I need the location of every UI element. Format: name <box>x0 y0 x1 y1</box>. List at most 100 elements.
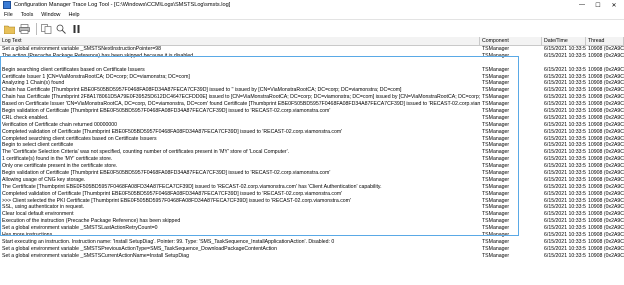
log-grid: Log Text Component Date/Time Thread Set … <box>0 37 624 285</box>
table-row[interactable] <box>0 60 624 67</box>
thread-cell: 10908 (0x2A9C) <box>588 46 624 52</box>
log-text-cell: Chain has Certificate [Thumbprint 2F8A17… <box>2 94 480 101</box>
log-text-cell: Has more instructions. <box>2 232 54 239</box>
component-cell: TSManager <box>482 135 510 142</box>
thread-cell: 10908 (0x2A9C) <box>588 156 624 163</box>
window-controls: — ☐ ✕ <box>574 0 622 10</box>
menu-help[interactable]: Help <box>68 12 79 18</box>
log-text-cell: The Certificate [Thumbprint EBE0F505BD59… <box>2 183 382 190</box>
component-cell: TSManager <box>482 170 510 177</box>
thread-cell: 10908 (0x2A9C) <box>588 183 624 190</box>
date-time-cell: 6/15/2021 10:33:58 PM <box>544 190 586 197</box>
menu-file[interactable]: File <box>4 12 13 18</box>
table-row[interactable]: Set a global environment variable _SMSTS… <box>0 46 624 53</box>
table-row[interactable]: Has more instructions. TSManager 6/15/2021… <box>0 232 624 239</box>
column-header-log-text[interactable]: Log Text <box>0 37 480 45</box>
component-cell: TSManager <box>482 183 510 190</box>
thread-cell: 10908 (0x2A9C) <box>588 52 624 59</box>
log-text-cell: Set a global environment variable _SMSTS… <box>2 46 162 52</box>
table-row[interactable]: Completed validation of Certificate [Thu… <box>0 191 624 198</box>
log-text-cell: Set a global environment variable _SMSTS… <box>2 225 158 232</box>
thread-cell: 10908 (0x2A9C) <box>588 108 624 115</box>
thread-cell: 10908 (0x2A9C) <box>588 163 624 170</box>
table-row[interactable]: The 'Certificate Selection Criteria' was… <box>0 149 624 156</box>
table-row[interactable]: CRL check enabled. TSManager 6/15/2021 10:… <box>0 115 624 122</box>
find-icon[interactable] <box>55 23 68 36</box>
table-row[interactable]: Completed searching client certificates … <box>0 136 624 143</box>
date-time-cell: 6/15/2021 10:33:58 PM <box>544 66 586 73</box>
table-row[interactable]: Allowing usage of CNG key storage. TSMana… <box>0 177 624 184</box>
minimize-icon[interactable]: — <box>574 0 590 10</box>
table-row[interactable]: Verification of Certificate chain return… <box>0 122 624 129</box>
component-cell: TSManager <box>482 252 510 259</box>
thread-cell: 10908 (0x2A9C) <box>588 211 624 218</box>
column-header-component[interactable]: Component <box>480 37 542 45</box>
table-row[interactable]: Chain has Certificate [Thumbprint EBE0F5… <box>0 87 624 94</box>
menu-window[interactable]: Window <box>41 12 60 18</box>
table-row[interactable]: Clear local default environment TSManager… <box>0 211 624 218</box>
thread-cell: 10908 (0x2A9C) <box>588 80 624 87</box>
column-header-date-time[interactable]: Date/Time <box>542 37 586 45</box>
table-row[interactable]: Certificate Issuer 1 [CN=ViaMonstraRootC… <box>0 74 624 81</box>
date-time-cell: 6/15/2021 10:33:58 PM <box>544 225 586 232</box>
date-time-cell: 6/15/2021 10:33:58 PM <box>544 73 586 80</box>
component-cell: TSManager <box>482 128 510 135</box>
component-cell: TSManager <box>482 197 510 204</box>
table-row[interactable]: 1 certificate(s) found in the 'MY' certi… <box>0 156 624 163</box>
title-bar: Configuration Manager Trace Log Tool - [… <box>0 0 624 10</box>
component-cell: TSManager <box>482 121 510 128</box>
maximize-icon[interactable]: ☐ <box>590 0 606 10</box>
table-row[interactable]: Execution of the instruction (Precache P… <box>0 218 624 225</box>
close-icon[interactable]: ✕ <box>606 0 622 10</box>
thread-cell: 10908 (0x2A9C) <box>588 101 624 108</box>
table-row[interactable]: Begin validation of Certificate [Thumbpr… <box>0 108 624 115</box>
table-row[interactable]: Set a global environment variable _SMSTS… <box>0 225 624 232</box>
copy-icon[interactable] <box>40 23 53 36</box>
table-row[interactable]: Only one certificate present in the cert… <box>0 163 624 170</box>
component-cell: TSManager <box>482 218 510 225</box>
open-folder-icon[interactable] <box>3 23 16 36</box>
component-cell: TSManager <box>482 245 510 252</box>
table-row[interactable]: The action (Precache Package Reference) … <box>0 53 624 60</box>
toolbar-separator <box>36 23 37 35</box>
log-text-cell: Verification of Certificate chain return… <box>2 121 118 128</box>
table-row[interactable]: Completed validation of Certificate [Thu… <box>0 129 624 136</box>
table-row[interactable]: SSL, using authenticator in request. TSMa… <box>0 204 624 211</box>
log-text-cell: Completed validation of Certificate [Thu… <box>2 190 343 197</box>
table-row[interactable]: Begin to select client certificate TSMana… <box>0 142 624 149</box>
table-row[interactable]: Set a global environment variable _SMSTS… <box>0 253 624 260</box>
table-row[interactable]: Begin searching client certificates base… <box>0 67 624 74</box>
log-text-cell: Based on Certificate Issuer 'CN=ViaMonst… <box>2 101 480 108</box>
date-time-cell: 6/15/2021 10:33:58 PM <box>544 46 586 52</box>
thread-cell: 10908 (0x2A9C) <box>588 114 624 121</box>
table-row[interactable]: Chain has Certificate [Thumbprint 2F8A17… <box>0 94 624 101</box>
thread-cell: 10908 (0x2A9C) <box>588 190 624 197</box>
log-text-cell: Start executing an instruction. Instruct… <box>2 238 335 245</box>
component-cell: TSManager <box>482 101 510 108</box>
table-row[interactable]: >>> Client selected the PKI Certificate … <box>0 198 624 205</box>
pause-icon[interactable] <box>70 23 83 36</box>
table-row[interactable]: Set a global environment variable _SMSTS… <box>0 246 624 253</box>
date-time-cell: 6/15/2021 10:33:58 PM <box>544 204 586 211</box>
date-time-cell: 6/15/2021 10:33:58 PM <box>544 163 586 170</box>
table-row[interactable]: Begin validation of Certificate [Thumbpr… <box>0 170 624 177</box>
log-text-cell: Allowing usage of CNG key storage. <box>2 176 86 183</box>
column-header-thread[interactable]: Thread <box>586 37 624 45</box>
component-cell: TSManager <box>482 238 510 245</box>
menu-tools[interactable]: Tools <box>21 12 34 18</box>
table-row[interactable]: Analyzing 1 Chain(s) found TSManager 6/15/… <box>0 80 624 87</box>
component-cell: TSManager <box>482 52 510 59</box>
component-cell: TSManager <box>482 108 510 115</box>
grid-header: Log Text Component Date/Time Thread <box>0 37 624 46</box>
date-time-cell: 6/15/2021 10:33:58 PM <box>544 94 586 101</box>
thread-cell <box>586 60 624 67</box>
component-cell: TSManager <box>482 46 510 52</box>
table-row[interactable]: The Certificate [Thumbprint EBE0F505BD59… <box>0 184 624 191</box>
component-cell: TSManager <box>482 114 510 121</box>
log-text-cell: CRL check enabled. <box>2 114 49 121</box>
print-icon[interactable] <box>18 23 31 36</box>
table-row[interactable]: Based on Certificate Issuer 'CN=ViaMonst… <box>0 101 624 108</box>
thread-cell: 10908 (0x2A9C) <box>588 218 624 225</box>
thread-cell: 10908 (0x2A9C) <box>588 73 624 80</box>
table-row[interactable]: Start executing an instruction. Instruct… <box>0 239 624 246</box>
